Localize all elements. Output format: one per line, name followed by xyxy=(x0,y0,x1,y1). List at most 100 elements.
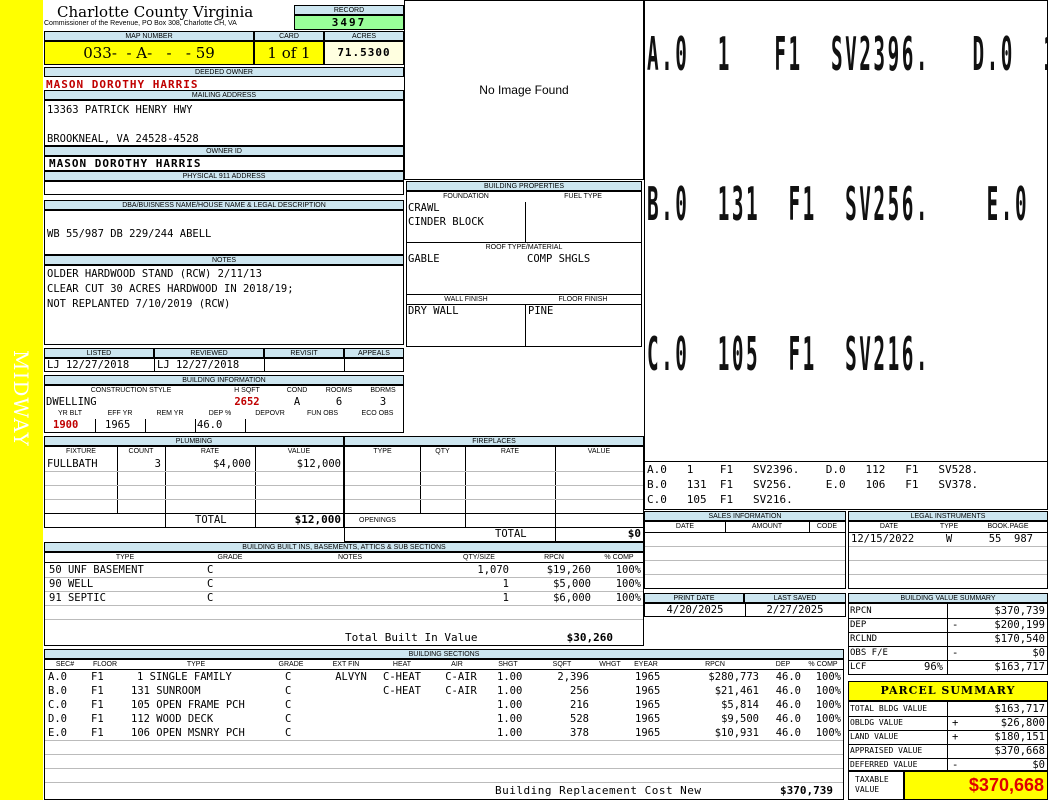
col-header: COND xyxy=(286,387,308,394)
wall-finish: DRY WALL xyxy=(408,305,459,317)
legal-date: 12/15/2022 xyxy=(851,533,915,545)
acres-value: 71.5300 xyxy=(324,41,404,65)
heated-sqft: 2652 xyxy=(234,396,260,408)
section-dep: 46.0 xyxy=(775,699,801,711)
mailing-address-box: 13363 PATRICK HENRY HWY BROOKNEAL, VA 24… xyxy=(44,100,404,146)
parcel-value: $0 xyxy=(1032,759,1045,771)
parcel-label: TOTAL BLDG VALUE xyxy=(850,704,928,713)
owner-id-label: OWNER ID xyxy=(44,146,404,156)
fuel-type-label: FUEL TYPE xyxy=(564,193,602,200)
section-air: C-AIR xyxy=(445,671,477,683)
section-floor: F1 xyxy=(91,713,104,725)
plumbing-total: $12,000 xyxy=(294,513,341,526)
section-ext-fin: ALVYN xyxy=(335,671,367,683)
record-label: RECORD xyxy=(294,5,404,15)
physical-address-box xyxy=(44,181,404,195)
summary-row: LCF 96% $163,717 xyxy=(849,660,1047,674)
col-header: TYPE xyxy=(939,523,959,530)
building-props-label: BUILDING PROPERTIES xyxy=(406,181,642,191)
section-id: A.0 xyxy=(48,671,67,683)
section-dep: 46.0 xyxy=(775,727,801,739)
print-date: 4/20/2025 xyxy=(666,604,724,616)
deeded-owner-label: DEEDED OWNER xyxy=(44,67,404,77)
section-sqft: 2,396 xyxy=(557,671,589,683)
value-summary-table: RPCN $370,739 DEP - $200,199 RCLND $170,… xyxy=(848,603,1048,675)
section-sqft: 528 xyxy=(570,713,589,725)
col-header: H SQFT xyxy=(234,387,260,394)
table-row: C.0 F1 105 OPEN FRAME PCH C 1.00 216 196… xyxy=(45,698,843,712)
roof-material: COMP SHGLS xyxy=(527,253,591,265)
legal-book-page: 55 987 xyxy=(988,533,1033,545)
col-header: YR BLT xyxy=(58,410,82,417)
lcf-percent: 96% xyxy=(924,661,943,673)
section-sqft: 378 xyxy=(570,727,589,739)
builtin-comp: 100% xyxy=(615,592,641,604)
legal-table: DATE TYPE BOOK.PAGE 12/15/2022 W 55 987 xyxy=(848,521,1048,589)
section-grade: C xyxy=(285,727,292,739)
owner-id: MASON DOROTHY HARRIS xyxy=(49,157,202,170)
dba-box: WB 55/987 DB 229/244 ABELL xyxy=(44,210,404,255)
legal-type: W xyxy=(945,533,953,545)
parcel-row: DEFERRED VALUE - $0 xyxy=(849,758,1047,772)
table-row: 50 UNF BASEMENT C 1,070 $19,260 100% xyxy=(45,563,643,577)
map-number-label: MAP NUMBER xyxy=(44,31,254,41)
summary-row: RCLND $170,540 xyxy=(849,632,1047,646)
section-rpcn: $21,461 xyxy=(714,685,759,697)
section-rpcn: $5,814 xyxy=(721,699,759,711)
condition: A xyxy=(293,396,301,408)
sections-label: BUILDING SECTIONS xyxy=(44,649,844,659)
depreciation-pct: 46.0 xyxy=(197,419,223,431)
sketch-label: A.0 1 F1 SV2396. D.0 112 F1 SV528. xyxy=(647,27,1047,81)
effective-year: 1965 xyxy=(105,419,131,431)
col-header: DEP % xyxy=(208,410,232,417)
builtin-comp: 100% xyxy=(615,578,641,590)
col-header: DEPOVR xyxy=(255,410,285,417)
roof-label: ROOF TYPE/MATERIAL xyxy=(485,244,563,251)
legal-label: LEGAL INSTRUMENTS xyxy=(848,511,1048,521)
fixture-rate: $4,000 xyxy=(213,458,251,470)
parcel-sign: + xyxy=(952,717,959,729)
property-image: No Image Found xyxy=(404,0,644,180)
parcel-row: TOTAL BLDG VALUE $163,717 xyxy=(849,702,1047,716)
foundation-label: FOUNDATION xyxy=(443,193,489,200)
section-heat: C-HEAT xyxy=(383,671,421,683)
table-row: D.0 F1 112 WOOD DECK C 1.00 528 1965 $9,… xyxy=(45,712,843,726)
col-header: TYPE xyxy=(373,448,392,455)
parcel-label: APPRAISED VALUE xyxy=(850,746,923,755)
summary-value: $0 xyxy=(1032,647,1045,659)
section-rpcn: $10,931 xyxy=(714,727,759,739)
plumbing-table: FIXTURE COUNT RATE VALUE FULLBATH 3 $4,0… xyxy=(44,446,344,528)
reviewed-label: REVIEWED xyxy=(154,348,264,358)
sketch-legend-line: B.0 131 F1 SV256. E.0 106 F1 SV378. xyxy=(647,478,979,491)
section-heat: C-HEAT xyxy=(383,685,421,697)
parcel-value: $163,717 xyxy=(994,703,1045,715)
section-grade: C xyxy=(285,699,292,711)
building-props-box: FOUNDATION FUEL TYPE CRAWL CINDER BLOCK … xyxy=(406,191,642,347)
builtin-comp: 100% xyxy=(615,564,641,576)
section-grade: C xyxy=(285,713,292,725)
section-shgt: 1.00 xyxy=(497,699,523,711)
building-sketch: A.0 1 F1 SV2396. D.0 112 F1 SV528. B.0 1… xyxy=(644,0,1048,510)
parcel-summary-title: PARCEL SUMMARY xyxy=(848,681,1048,701)
mailing-address-label: MAILING ADDRESS xyxy=(44,90,404,100)
section-id: B.0 xyxy=(48,685,67,697)
col-header: FUN OBS xyxy=(306,410,339,417)
col-header: EFF YR xyxy=(107,410,133,417)
parcel-value: $26,800 xyxy=(1000,717,1045,729)
foundation-value: CRAWL xyxy=(408,202,440,214)
table-row: 90 WELL C 1 $5,000 100% xyxy=(45,577,643,591)
col-header: VALUE xyxy=(287,448,311,455)
fixture-value: $12,000 xyxy=(296,458,341,470)
builtin-rpcn: $6,000 xyxy=(553,592,591,604)
parcel-value: $180,151 xyxy=(994,731,1045,743)
year-built: 1900 xyxy=(53,419,79,431)
section-shgt: 1.00 xyxy=(497,671,523,683)
summary-label: RCLND xyxy=(850,634,878,644)
table-row: 12/15/2022 W 55 987 xyxy=(849,532,1047,546)
summary-row: OBS F/E - $0 xyxy=(849,646,1047,660)
section-comp: 100% xyxy=(815,713,841,725)
parcel-label: LAND VALUE xyxy=(850,732,899,741)
builtin-rpcn: $19,260 xyxy=(546,564,591,576)
last-saved-label: LAST SAVED xyxy=(744,593,846,603)
taxable-value: $370,668 xyxy=(904,771,1048,800)
